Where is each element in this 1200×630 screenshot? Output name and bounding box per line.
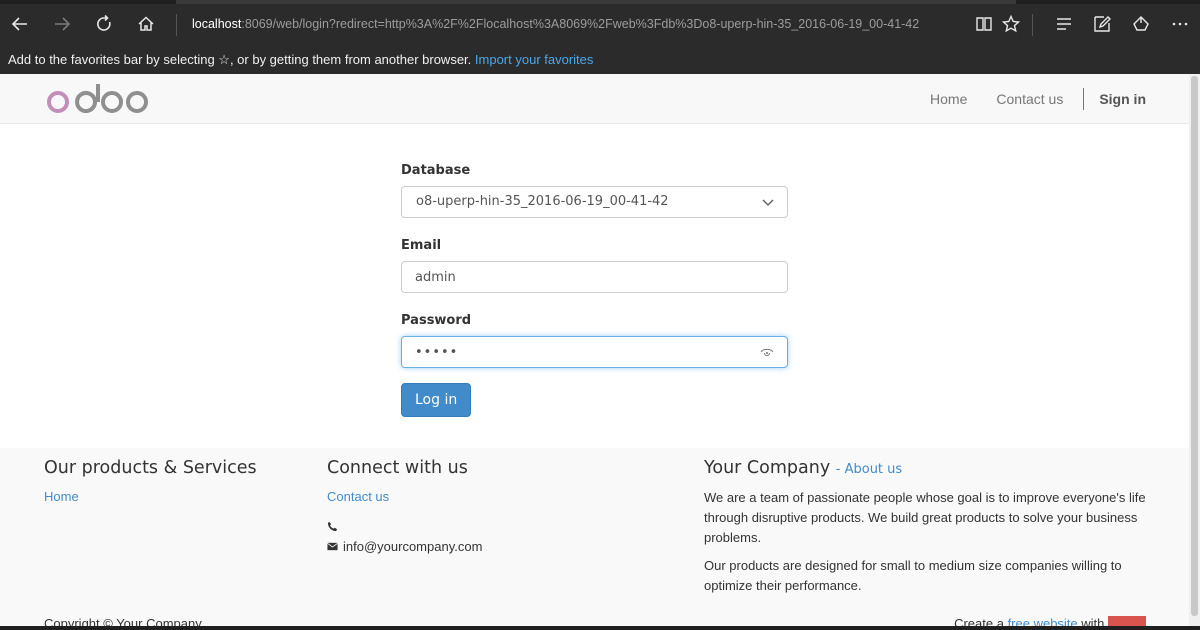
eye-icon[interactable] <box>760 347 774 357</box>
envelope-icon <box>327 542 338 550</box>
chevron-down-icon <box>762 199 774 206</box>
email-group: Email <box>401 238 788 293</box>
site-footer: Our products & Services Home Connect wit… <box>0 448 1189 626</box>
phone-icon <box>327 521 338 531</box>
window-bottom-edge <box>0 626 1200 630</box>
login-button[interactable]: Log in <box>401 383 472 417</box>
about-us-link[interactable]: - About us <box>836 462 902 477</box>
hub-icon <box>1057 18 1071 30</box>
company-description-2: Our products are designed for small to m… <box>704 558 1122 593</box>
web-note-button[interactable] <box>1090 12 1114 36</box>
browser-toolbar: localhost:8069/web/login?redirect=http%3… <box>0 0 1200 50</box>
import-favorites-link[interactable]: Import your favorites <box>475 52 594 67</box>
email-line: info@yourcompany.com <box>327 536 627 556</box>
share-icon <box>1133 16 1149 31</box>
web-page: odoo Home Contact us Sign in Database o8… <box>0 74 1189 626</box>
footer-connect-column: Connect with us Contact us info@yourcomp… <box>327 458 627 556</box>
copyright-text: Copyright © Your Company <box>44 616 202 626</box>
create-prefix: Create a <box>954 616 1008 626</box>
more-dots-icon <box>1172 22 1188 26</box>
odoo-logo[interactable]: odoo <box>46 80 152 118</box>
arrow-right-icon <box>55 17 71 31</box>
create-suffix: with <box>1077 616 1108 626</box>
reading-view-button[interactable] <box>972 12 996 36</box>
menu-contact-link[interactable]: Contact us <box>996 91 1063 107</box>
star-icon <box>1001 14 1021 33</box>
database-label: Database <box>401 163 471 178</box>
footer-company-column: Your Company - About us We are a team of… <box>704 458 1154 596</box>
book-icon <box>976 17 992 31</box>
footer-contact-link[interactable]: Contact us <box>327 489 389 504</box>
database-select[interactable]: o8-uperp-hin-35_2016-06-19_00-41-42 <box>401 186 788 218</box>
back-button[interactable] <box>8 12 32 36</box>
password-field[interactable] <box>401 336 788 368</box>
refresh-icon <box>97 14 111 31</box>
tab-strip <box>0 0 1200 4</box>
address-host: localhost <box>192 17 242 31</box>
more-button[interactable] <box>1168 12 1192 36</box>
menu-signin-link[interactable]: Sign in <box>1099 91 1146 107</box>
home-button[interactable] <box>134 12 158 36</box>
forward-button[interactable] <box>50 12 74 36</box>
footer-company-title: Your Company <box>704 458 831 478</box>
menu-home-link[interactable]: Home <box>930 91 967 107</box>
active-tab[interactable] <box>176 0 1016 4</box>
email-label: Email <box>401 238 442 253</box>
copyright-row: Copyright © Your Company Create a free w… <box>44 616 1146 626</box>
footer-products-title: Our products & Services <box>44 458 257 478</box>
free-website-link[interactable]: free website <box>1008 616 1078 626</box>
footer-home-link[interactable]: Home <box>44 489 79 504</box>
arrow-left-icon <box>11 17 27 31</box>
address-bar[interactable]: localhost:8069/web/login?redirect=http%3… <box>192 17 919 31</box>
logo-text: odoo <box>46 80 49 81</box>
password-wrapper <box>401 336 788 368</box>
top-menu: Home Contact us Sign in <box>930 74 1146 124</box>
database-group: Database o8-uperp-hin-35_2016-06-19_00-4… <box>401 163 788 218</box>
favorites-bar-text: Add to the favorites bar by selecting ☆,… <box>8 52 472 67</box>
share-button[interactable] <box>1129 12 1153 36</box>
footer-connect-title: Connect with us <box>327 458 468 478</box>
refresh-button[interactable] <box>92 12 116 36</box>
address-separator <box>176 14 177 36</box>
odoo-badge[interactable] <box>1108 616 1146 626</box>
footer-company-heading: Your Company - About us <box>704 458 1154 478</box>
database-select-value: o8-uperp-hin-35_2016-06-19_00-41-42 <box>416 194 669 209</box>
phone-line <box>327 516 627 536</box>
footer-products-column: Our products & Services Home <box>44 458 294 506</box>
site-header: odoo Home Contact us Sign in <box>0 74 1189 124</box>
email-field[interactable] <box>401 261 788 293</box>
toolbar-separator <box>1032 14 1033 36</box>
footer-email-text[interactable]: info@yourcompany.com <box>343 539 482 554</box>
scrollbar-thumb[interactable] <box>1191 76 1198 616</box>
note-pen-icon <box>1094 16 1111 32</box>
login-form: Database o8-uperp-hin-35_2016-06-19_00-4… <box>401 163 788 417</box>
home-icon <box>138 16 154 31</box>
company-description-1: We are a team of passionate people whose… <box>704 490 1146 545</box>
favorites-bar: Add to the favorites bar by selecting ☆,… <box>0 50 1200 74</box>
address-path: :8069/web/login?redirect=http%3A%2F%2Flo… <box>241 17 920 31</box>
hub-button[interactable] <box>1052 12 1076 36</box>
password-group: Password <box>401 313 788 368</box>
menu-divider <box>1083 88 1085 110</box>
page-scrollbar[interactable] <box>1189 74 1200 626</box>
contact-details: info@yourcompany.com <box>327 516 627 556</box>
favorite-button[interactable] <box>999 12 1023 36</box>
password-label: Password <box>401 313 472 328</box>
create-website-text: Create a free website with <box>954 616 1146 626</box>
